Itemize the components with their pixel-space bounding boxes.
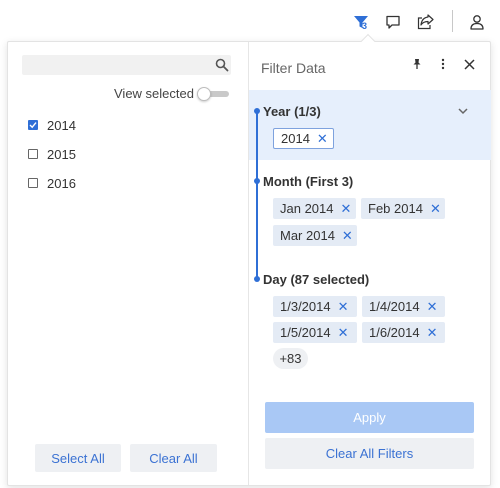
remove-chip-icon[interactable]: ✕ <box>427 325 438 341</box>
filter-chip[interactable]: 1/3/2014 ✕ <box>273 296 357 317</box>
filter-button[interactable]: 3 <box>348 9 374 35</box>
panel-title: Filter Data <box>261 60 326 76</box>
chip-label: 1/6/2014 <box>369 325 420 340</box>
chip-label: 1/3/2014 <box>280 299 331 314</box>
toggle-knob <box>197 87 211 101</box>
close-button[interactable] <box>461 56 477 72</box>
clear-all-button[interactable]: Clear All <box>130 444 217 472</box>
year-option-2014[interactable]: 2014 <box>28 116 76 134</box>
checkbox-checked[interactable] <box>28 120 38 130</box>
chip-label: Mar 2014 <box>280 228 335 243</box>
remove-chip-icon[interactable]: ✕ <box>338 299 349 315</box>
year-option-2016[interactable]: 2016 <box>28 174 76 192</box>
year-option-label: 2015 <box>47 146 76 162</box>
filter-data-panel: Filter Data Year (1/3) 2014 ✕ Month (Fir… <box>249 42 491 485</box>
pin-icon <box>413 59 421 69</box>
user-icon <box>470 15 484 30</box>
day-section-title: Day (87 selected) <box>263 272 370 287</box>
filter-chip[interactable]: Jan 2014 ✕ <box>273 198 356 219</box>
remove-chip-icon[interactable]: ✕ <box>341 201 352 217</box>
share-icon <box>417 14 434 30</box>
apply-button[interactable]: Apply <box>265 402 474 433</box>
select-all-button[interactable]: Select All <box>35 444 121 472</box>
search-input[interactable] <box>22 55 231 75</box>
month-section-title: Month (First 3) <box>263 174 354 189</box>
remove-chip-icon[interactable]: ✕ <box>427 299 438 315</box>
pin-button[interactable] <box>409 56 425 72</box>
chip-label: Jan 2014 <box>280 201 334 216</box>
filter-count-badge: 3 <box>362 21 368 31</box>
view-selected-label: View selected <box>114 86 194 101</box>
filter-values-panel: View selected 2014 2015 2016 Select All … <box>8 42 248 485</box>
chip-label: 1/5/2014 <box>280 325 331 340</box>
more-options-button[interactable] <box>435 56 451 72</box>
filter-chip[interactable]: 1/4/2014 ✕ <box>362 296 445 317</box>
remove-chip-icon[interactable]: ✕ <box>338 325 349 341</box>
share-button[interactable] <box>412 9 438 35</box>
filter-chip[interactable]: 1/6/2014 ✕ <box>362 322 445 343</box>
hierarchy-timeline <box>256 110 258 279</box>
search-icon[interactable] <box>215 58 229 72</box>
close-icon <box>463 58 475 70</box>
chevron-down-icon[interactable] <box>457 105 469 117</box>
checkbox-unchecked[interactable] <box>28 149 38 159</box>
year-section-title: Year (1/3) <box>263 104 321 119</box>
year-option-label: 2014 <box>47 117 76 133</box>
toolbar-divider <box>452 10 453 32</box>
timeline-dot <box>254 276 260 282</box>
year-option-label: 2016 <box>47 175 76 191</box>
view-selected-toggle[interactable] <box>197 87 229 101</box>
filter-chip[interactable]: 1/5/2014 ✕ <box>273 322 357 343</box>
user-button[interactable] <box>464 9 490 35</box>
timeline-dot <box>254 108 260 114</box>
comment-button[interactable] <box>380 9 406 35</box>
checkbox-unchecked[interactable] <box>28 178 38 188</box>
filter-chip[interactable]: Mar 2014 ✕ <box>273 225 357 246</box>
chip-label: Feb 2014 <box>368 201 423 216</box>
remove-chip-icon[interactable]: ✕ <box>430 201 441 217</box>
chip-label: 2014 <box>281 131 310 146</box>
filter-popover: View selected 2014 2015 2016 Select All … <box>7 33 491 486</box>
timeline-dot <box>254 178 260 184</box>
top-toolbar: 3 <box>0 0 500 42</box>
remove-chip-icon[interactable]: ✕ <box>317 131 328 147</box>
more-vertical-icon <box>441 58 445 70</box>
filter-chip[interactable]: Feb 2014 ✕ <box>361 198 445 219</box>
checkmark-icon <box>29 122 37 129</box>
year-section-highlight[interactable] <box>249 90 491 160</box>
chip-label: 1/4/2014 <box>369 299 420 314</box>
remove-chip-icon[interactable]: ✕ <box>342 228 353 244</box>
clear-all-filters-button[interactable]: Clear All Filters <box>265 438 474 469</box>
year-option-2015[interactable]: 2015 <box>28 145 76 163</box>
more-chips-badge[interactable]: +83 <box>273 348 308 369</box>
filter-chip[interactable]: 2014 ✕ <box>273 128 334 149</box>
comment-icon <box>386 15 400 29</box>
